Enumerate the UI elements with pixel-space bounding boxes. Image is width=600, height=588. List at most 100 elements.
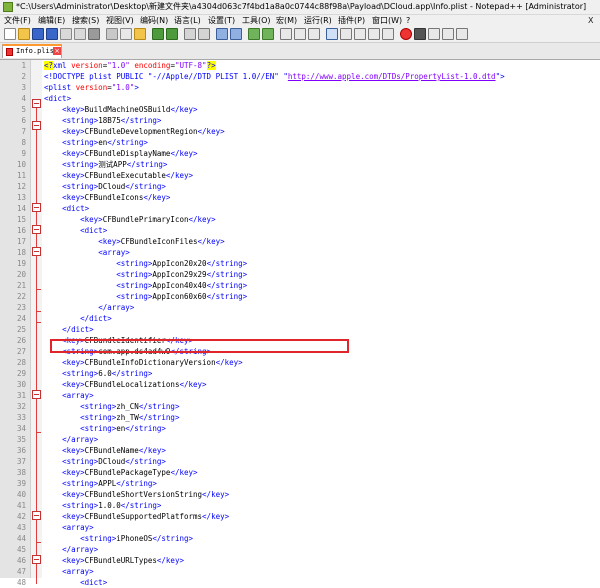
code-line[interactable]: 13 <key>CFBundleIcons</key> xyxy=(0,192,600,203)
code-line[interactable]: 21 <string>AppIcon40x40</string> xyxy=(0,280,600,291)
code-line[interactable]: 19 <string>AppIcon20x20</string> xyxy=(0,258,600,269)
close-icon[interactable]: × xyxy=(53,47,61,55)
code-line[interactable]: 1 <?xml version="1.0" encoding="UTF-8"?> xyxy=(0,60,600,71)
menu-macro[interactable]: 宏(M) xyxy=(276,15,297,27)
tab-info-plist[interactable]: Info.plist × xyxy=(2,44,62,58)
menu-tools[interactable]: 工具(O) xyxy=(242,15,271,27)
code-line[interactable]: 11 <key>CFBundleExecutable</key> xyxy=(0,170,600,181)
code-line[interactable]: 37 <string>DCloud</string> xyxy=(0,456,600,467)
code-line[interactable]: 23 </array> xyxy=(0,302,600,313)
code-token: http://www.apple.com/DTDs/PropertyList-1… xyxy=(287,72,496,81)
code-line[interactable]: 22 <string>AppIcon60x60</string> xyxy=(0,291,600,302)
indent-guide-icon[interactable] xyxy=(308,28,320,40)
code-line[interactable]: 24 </dict> xyxy=(0,313,600,324)
code-line[interactable]: 2 <!DOCTYPE plist PUBLIC "-//Apple//DTD P… xyxy=(0,71,600,82)
code-line[interactable]: 33 <string>zh_TW</string> xyxy=(0,412,600,423)
function-list-icon[interactable] xyxy=(354,28,366,40)
redo-icon[interactable] xyxy=(166,28,178,40)
close-file-icon[interactable] xyxy=(60,28,72,40)
code-line[interactable]: 36 <key>CFBundleName</key> xyxy=(0,445,600,456)
find-icon[interactable] xyxy=(184,28,196,40)
code-line[interactable]: 28 <key>CFBundleInfoDictionaryVersion</k… xyxy=(0,357,600,368)
record-macro-icon[interactable] xyxy=(400,28,412,40)
replace-icon[interactable] xyxy=(198,28,210,40)
show-all-characters-icon[interactable] xyxy=(294,28,306,40)
cut-icon[interactable] xyxy=(106,28,118,40)
code-line[interactable]: 15 <key>CFBundlePrimaryIcon</key> xyxy=(0,214,600,225)
save-all-icon[interactable] xyxy=(46,28,58,40)
copy-icon[interactable] xyxy=(120,28,132,40)
code-line[interactable]: 18 <array> xyxy=(0,247,600,258)
code-line[interactable]: 20 <string>AppIcon29x29</string> xyxy=(0,269,600,280)
new-file-icon[interactable] xyxy=(4,28,16,40)
menu-settings[interactable]: 设置(T) xyxy=(208,15,235,27)
code-line[interactable]: 12 <string>DCloud</string> xyxy=(0,181,600,192)
close-document-button[interactable]: X xyxy=(588,15,593,27)
code-line[interactable]: 44 <string>iPhoneOS</string> xyxy=(0,533,600,544)
code-line[interactable]: 29 <string>6.0</string> xyxy=(0,368,600,379)
menu-search[interactable]: 搜索(S) xyxy=(72,15,99,27)
code-line[interactable]: 6 <string>18B75</string> xyxy=(0,115,600,126)
code-line[interactable]: 34 <string>en</string> xyxy=(0,423,600,434)
zoom-out-icon[interactable] xyxy=(230,28,242,40)
run-macro-multiple-icon[interactable] xyxy=(442,28,454,40)
monitoring-icon[interactable] xyxy=(382,28,394,40)
menu-window[interactable]: 窗口(W) xyxy=(372,15,402,27)
code-line[interactable]: 31 <array> xyxy=(0,390,600,401)
editor[interactable]: 1 <?xml version="1.0" encoding="UTF-8"?> 2… xyxy=(0,60,600,587)
menu-file[interactable]: 文件(F) xyxy=(4,15,31,27)
code-line[interactable]: 8 <string>en</string> xyxy=(0,137,600,148)
save-icon[interactable] xyxy=(32,28,44,40)
code-token: <string> xyxy=(62,138,99,147)
word-wrap-icon[interactable] xyxy=(280,28,292,40)
code-line[interactable]: 39 <string>APPL</string> xyxy=(0,478,600,489)
code-line[interactable]: 47 <array> xyxy=(0,566,600,577)
language-icon[interactable] xyxy=(326,28,338,40)
playback-macro-icon[interactable] xyxy=(428,28,440,40)
sync-vertical-icon[interactable] xyxy=(248,28,260,40)
print-icon[interactable] xyxy=(88,28,100,40)
code-token: <string> xyxy=(116,259,153,268)
code-line[interactable]: 41 <string>1.0.0</string> xyxy=(0,500,600,511)
code-line[interactable]: 5 <key>BuildMachineOSBuild</key> xyxy=(0,104,600,115)
code-line[interactable]: 45 </array> xyxy=(0,544,600,555)
folder-as-workspace-icon[interactable] xyxy=(368,28,380,40)
code-line[interactable]: 25 </dict> xyxy=(0,324,600,335)
code-line[interactable]: 26 <key>CFBundleIdentifier</key> xyxy=(0,335,600,346)
code-line[interactable]: 7 <key>CFBundleDevelopmentRegion</key> xyxy=(0,126,600,137)
paste-icon[interactable] xyxy=(134,28,146,40)
open-folder-icon[interactable] xyxy=(18,28,30,40)
code-line[interactable]: 40 <key>CFBundleShortVersionString</key> xyxy=(0,489,600,500)
code-line[interactable]: 48 <dict> xyxy=(0,577,600,588)
code-line[interactable]: 14 <dict> xyxy=(0,203,600,214)
code-line[interactable]: 38 <key>CFBundlePackageType</key> xyxy=(0,467,600,478)
code-line[interactable]: 9 <key>CFBundleDisplayName</key> xyxy=(0,148,600,159)
code-line[interactable]: 17 <key>CFBundleIconFiles</key> xyxy=(0,236,600,247)
code-line[interactable]: 16 <dict> xyxy=(0,225,600,236)
menu-run[interactable]: 运行(R) xyxy=(304,15,332,27)
code-line[interactable]: 30 <key>CFBundleLocalizations</key> xyxy=(0,379,600,390)
close-all-icon[interactable] xyxy=(74,28,86,40)
code-line[interactable]: 3 <plist version="1.0"> xyxy=(0,82,600,93)
undo-icon[interactable] xyxy=(152,28,164,40)
menu-encoding[interactable]: 编码(N) xyxy=(140,15,168,27)
menu-language[interactable]: 语言(L) xyxy=(174,15,201,27)
code-line[interactable]: 43 <array> xyxy=(0,522,600,533)
code-line[interactable]: 42 <key>CFBundleSupportedPlatforms</key> xyxy=(0,511,600,522)
code-line[interactable]: 10 <string>测试APP</string> xyxy=(0,159,600,170)
code-line[interactable]: 4 <dict> xyxy=(0,93,600,104)
menu-plugins[interactable]: 插件(P) xyxy=(338,15,365,27)
sync-horizontal-icon[interactable] xyxy=(262,28,274,40)
code-line[interactable]: 27 <string>com.app.ds4ad4w9</string> xyxy=(0,346,600,357)
menu-view[interactable]: 视图(V) xyxy=(106,15,134,27)
menu-help[interactable]: ? xyxy=(406,15,410,27)
zoom-in-icon[interactable] xyxy=(216,28,228,40)
code-line[interactable]: 35 </array> xyxy=(0,434,600,445)
doc-map-icon[interactable] xyxy=(340,28,352,40)
code-line[interactable]: 32 <string>zh_CN</string> xyxy=(0,401,600,412)
save-macro-icon[interactable] xyxy=(456,28,468,40)
stop-recording-icon[interactable] xyxy=(414,28,426,40)
code-line[interactable]: 46 <key>CFBundleURLTypes</key> xyxy=(0,555,600,566)
menu-edit[interactable]: 编辑(E) xyxy=(38,15,65,27)
